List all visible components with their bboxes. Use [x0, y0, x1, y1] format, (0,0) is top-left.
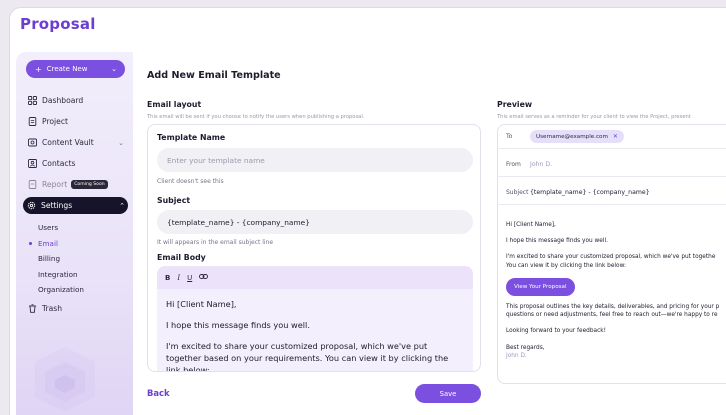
body-paragraph: I hope this message finds you well.	[166, 320, 310, 330]
sidebar-item-label: Contacts	[42, 159, 76, 168]
plus-icon: +	[35, 64, 42, 74]
decorative-pattern	[35, 347, 95, 412]
grid-icon	[27, 96, 37, 106]
sidebar-item-settings[interactable]: Settings ⌃	[23, 197, 128, 214]
preview-to-row: To Username@example.com ✕	[498, 125, 726, 149]
settings-sub-users[interactable]: Users	[38, 223, 58, 232]
sidebar-item-label: Settings	[41, 201, 73, 210]
sidebar-item-project[interactable]: Project	[24, 113, 127, 130]
sidebar-item-label: Dashboard	[42, 96, 84, 105]
bold-button[interactable]: B	[165, 274, 170, 282]
report-icon	[27, 180, 37, 190]
sidebar-item-content-vault[interactable]: Content Vault ⌄	[24, 134, 127, 151]
vault-icon	[27, 138, 37, 148]
trash-icon	[27, 304, 37, 314]
preview-description: This email serves as a reminder for your…	[497, 114, 691, 120]
template-name-hint: Client doesn't see this	[157, 178, 224, 185]
email-body-editor[interactable]: B I U Hi [Client Name], I hope this mess…	[157, 266, 473, 372]
email-body-text[interactable]: Hi [Client Name], I hope this message fi…	[166, 298, 465, 372]
page-title: Add New Email Template	[147, 70, 281, 81]
preview-signature: John D.	[506, 352, 527, 359]
email-layout-heading: Email layout	[147, 100, 202, 109]
sidebar: + Create New ⌄ Dashboard Project Content…	[16, 52, 133, 415]
close-icon[interactable]: ✕	[613, 133, 618, 140]
subject-input[interactable]: {template_name} - {company_name}	[157, 210, 473, 234]
chevron-down-icon: ⌄	[111, 65, 117, 73]
back-button[interactable]: Back	[147, 388, 170, 398]
link-icon[interactable]	[199, 273, 209, 282]
subject-label: Subject	[157, 196, 191, 205]
sidebar-item-label: Content Vault	[42, 138, 94, 147]
email-body-label: Email Body	[157, 253, 206, 262]
settings-sub-integration[interactable]: Integration	[38, 270, 78, 279]
coming-soon-badge: Coming Soon	[71, 180, 108, 189]
preview-line: Looking forward to your feedback!	[506, 328, 606, 335]
preview-greeting: Hi [Client Name],	[506, 222, 556, 228]
active-dot	[29, 242, 32, 245]
app-window: Proposal + Create New ⌄ Dashboard Projec…	[9, 7, 726, 415]
file-icon	[27, 117, 37, 127]
gear-icon	[26, 201, 36, 211]
recipient-email: Username@example.com	[536, 133, 608, 140]
subject-value: {template_name} - {company_name}	[530, 189, 650, 196]
from-label: From	[506, 161, 521, 168]
main-content: Add New Email Template Email layout This…	[133, 48, 726, 415]
contacts-icon	[27, 159, 37, 169]
subject-hint: It will appears in the email subject lin…	[157, 239, 274, 246]
settings-sub-email[interactable]: Email	[29, 239, 58, 248]
editor-toolbar: B I U	[157, 266, 473, 289]
chevron-up-icon: ⌃	[119, 201, 125, 210]
preview-body: Hi [Client Name], I hope this message fi…	[506, 221, 726, 360]
recipient-chip[interactable]: Username@example.com ✕	[530, 130, 624, 143]
save-button[interactable]: Save	[415, 384, 481, 403]
preview-subject-row: Subject {template_name} - {company_name}	[498, 181, 726, 205]
settings-sub-billing[interactable]: Billing	[38, 254, 60, 263]
subject-label: Subject	[506, 189, 529, 196]
preview-regards: Best regards,	[506, 344, 545, 351]
email-layout-description: This email will be sent if you choose to…	[147, 114, 365, 120]
italic-button[interactable]: I	[177, 274, 180, 282]
body-paragraph: Hi [Client Name],	[166, 299, 237, 309]
sidebar-item-label: Trash	[42, 304, 63, 313]
create-new-button[interactable]: + Create New ⌄	[26, 60, 125, 78]
to-label: To	[506, 133, 513, 140]
from-value: John D.	[530, 161, 553, 168]
preview-line: questions or need adjustments, feel free…	[506, 312, 718, 319]
email-form-card: Template Name Enter your template name C…	[147, 124, 481, 372]
sidebar-item-label: Report	[42, 180, 68, 189]
email-preview: To Username@example.com ✕ From John D. S…	[497, 124, 726, 384]
template-name-input[interactable]: Enter your template name	[157, 148, 473, 172]
view-proposal-button[interactable]: View Your Proposal	[506, 277, 575, 297]
sidebar-item-dashboard[interactable]: Dashboard	[24, 92, 127, 109]
preview-line: I'm excited to share your customized pro…	[506, 254, 716, 261]
preview-line: I hope this message finds you well.	[506, 238, 608, 245]
preview-heading: Preview	[497, 100, 533, 109]
create-new-label: Create New	[46, 65, 88, 73]
underline-button[interactable]: U	[187, 274, 192, 282]
app-logo[interactable]: Proposal	[20, 15, 96, 33]
chevron-down-icon: ⌄	[118, 138, 124, 147]
preview-from-row: From John D.	[498, 153, 726, 177]
preview-line: You can view it by clicking the link bel…	[506, 262, 626, 269]
sidebar-item-contacts[interactable]: Contacts	[24, 155, 127, 172]
body-paragraph: I'm excited to share your customized pro…	[166, 341, 449, 372]
sidebar-item-report[interactable]: Report Coming Soon	[24, 176, 127, 193]
template-name-label: Template Name	[157, 133, 226, 142]
preview-line: This proposal outlines the key details, …	[506, 304, 720, 311]
settings-sub-organization[interactable]: Organization	[38, 285, 84, 294]
sidebar-item-label: Project	[42, 117, 68, 126]
sidebar-item-trash[interactable]: Trash	[24, 300, 127, 317]
top-bar: Proposal	[10, 8, 726, 48]
